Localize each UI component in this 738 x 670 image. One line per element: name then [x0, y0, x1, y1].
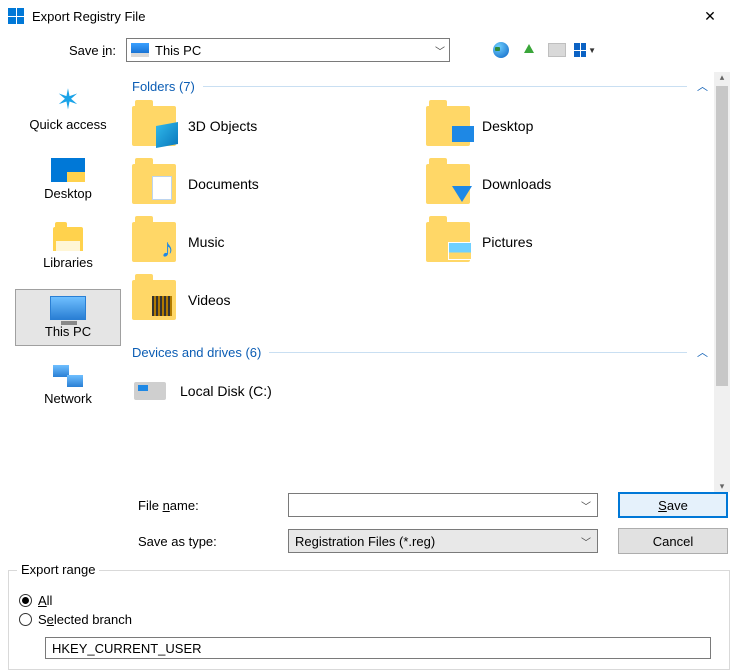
folders-section-header[interactable]: Folders (7) ︿	[132, 76, 710, 96]
folder-icon	[132, 164, 176, 204]
drive-label: Local Disk (C:)	[180, 383, 272, 399]
type-label: Save as type:	[138, 534, 268, 549]
folder-label: Music	[188, 234, 225, 250]
folder-label: 3D Objects	[188, 118, 257, 134]
place-label: Network	[44, 391, 92, 406]
chevron-up-icon[interactable]: ︿	[695, 342, 710, 362]
folder-3d-objects[interactable]: 3D Objects	[132, 106, 416, 146]
globe-back-icon	[493, 42, 509, 58]
chevron-down-icon: ﹀	[435, 43, 445, 58]
up-arrow-icon	[524, 44, 534, 53]
place-quick-access[interactable]: ✶ Quick access	[15, 78, 121, 139]
type-row: Save as type: Registration Files (*.reg)…	[10, 528, 728, 554]
place-label: Desktop	[44, 186, 92, 201]
radio-selected-branch[interactable]: Selected branch	[19, 612, 719, 627]
cancel-button[interactable]: Cancel	[618, 528, 728, 554]
folder-icon	[132, 280, 176, 320]
libraries-icon	[53, 227, 83, 251]
this-pc-icon	[131, 43, 149, 57]
radio-all-label: All	[38, 593, 52, 608]
drive-icon	[134, 382, 166, 400]
folder-icon	[426, 106, 470, 146]
section-title: Folders (7)	[132, 79, 195, 94]
divider	[269, 352, 687, 353]
folder-open-icon	[548, 43, 566, 57]
export-range-group: Export range All Selected branch	[8, 570, 730, 670]
views-grid-icon	[574, 43, 586, 57]
chevron-up-icon[interactable]: ︿	[695, 76, 710, 96]
title-bar: Export Registry File ✕	[0, 0, 738, 32]
save-in-value: This PC	[155, 43, 201, 58]
save-in-label: Save in:	[10, 43, 126, 58]
drives-section-header[interactable]: Devices and drives (6) ︿	[132, 342, 710, 362]
quick-access-icon: ✶	[54, 85, 82, 113]
save-in-row: Save in: This PC ﹀ ▼	[0, 32, 738, 72]
folder-documents[interactable]: Documents	[132, 164, 416, 204]
branch-input[interactable]	[45, 637, 711, 659]
type-combo[interactable]: Registration Files (*.reg) ﹀	[288, 529, 598, 553]
scrollbar-thumb[interactable]	[716, 86, 728, 386]
places-bar: ✶ Quick access Desktop Libraries This PC…	[8, 72, 128, 492]
folder-label: Desktop	[482, 118, 533, 134]
folder-pictures[interactable]: Pictures	[426, 222, 710, 262]
place-this-pc[interactable]: This PC	[15, 289, 121, 346]
regedit-icon	[8, 8, 24, 24]
folder-downloads[interactable]: Downloads	[426, 164, 710, 204]
close-button[interactable]: ✕	[690, 8, 730, 25]
folder-desktop[interactable]: Desktop	[426, 106, 710, 146]
place-label: Libraries	[43, 255, 93, 270]
radio-selected-label: Selected branch	[38, 612, 132, 627]
save-in-combo[interactable]: This PC ﹀	[126, 38, 450, 62]
folder-videos[interactable]: Videos	[132, 280, 416, 320]
this-pc-icon	[50, 296, 86, 320]
folder-icon	[132, 106, 176, 146]
filename-label: File name:	[138, 498, 268, 513]
type-value: Registration Files (*.reg)	[295, 534, 435, 549]
folder-music[interactable]: Music	[132, 222, 416, 262]
folder-label: Videos	[188, 292, 231, 308]
new-folder-button[interactable]	[546, 39, 568, 61]
toolbar: ▼	[490, 39, 596, 61]
section-title: Devices and drives (6)	[132, 345, 261, 360]
chevron-down-icon: ▼	[588, 46, 596, 55]
desktop-icon	[51, 158, 85, 182]
back-button[interactable]	[490, 39, 512, 61]
file-listing[interactable]: Folders (7) ︿ 3D Objects Desktop Documen…	[128, 72, 714, 492]
folder-icon	[426, 164, 470, 204]
chevron-down-icon: ﹀	[581, 498, 591, 513]
filename-input[interactable]: ﹀	[288, 493, 598, 517]
radio-icon	[19, 613, 32, 626]
save-button[interactable]: Save	[618, 492, 728, 518]
drive-local-c[interactable]: Local Disk (C:)	[128, 372, 710, 400]
divider	[203, 86, 687, 87]
window-title: Export Registry File	[32, 9, 690, 24]
filename-row: File name: ﹀ Save	[10, 492, 728, 518]
export-range-legend: Export range	[17, 562, 99, 577]
place-libraries[interactable]: Libraries	[15, 220, 121, 277]
radio-icon	[19, 594, 32, 607]
views-button[interactable]: ▼	[574, 39, 596, 61]
folder-icon	[426, 222, 470, 262]
place-network[interactable]: Network	[15, 358, 121, 413]
place-desktop[interactable]: Desktop	[15, 151, 121, 208]
up-folder-button[interactable]	[518, 39, 540, 61]
network-icon	[53, 365, 83, 387]
place-label: This PC	[45, 324, 91, 339]
vertical-scrollbar[interactable]	[714, 72, 730, 492]
place-label: Quick access	[29, 117, 106, 132]
chevron-down-icon: ﹀	[581, 534, 591, 549]
folder-label: Pictures	[482, 234, 533, 250]
radio-all[interactable]: All	[19, 593, 719, 608]
folder-label: Downloads	[482, 176, 551, 192]
folder-label: Documents	[188, 176, 259, 192]
folder-icon	[132, 222, 176, 262]
